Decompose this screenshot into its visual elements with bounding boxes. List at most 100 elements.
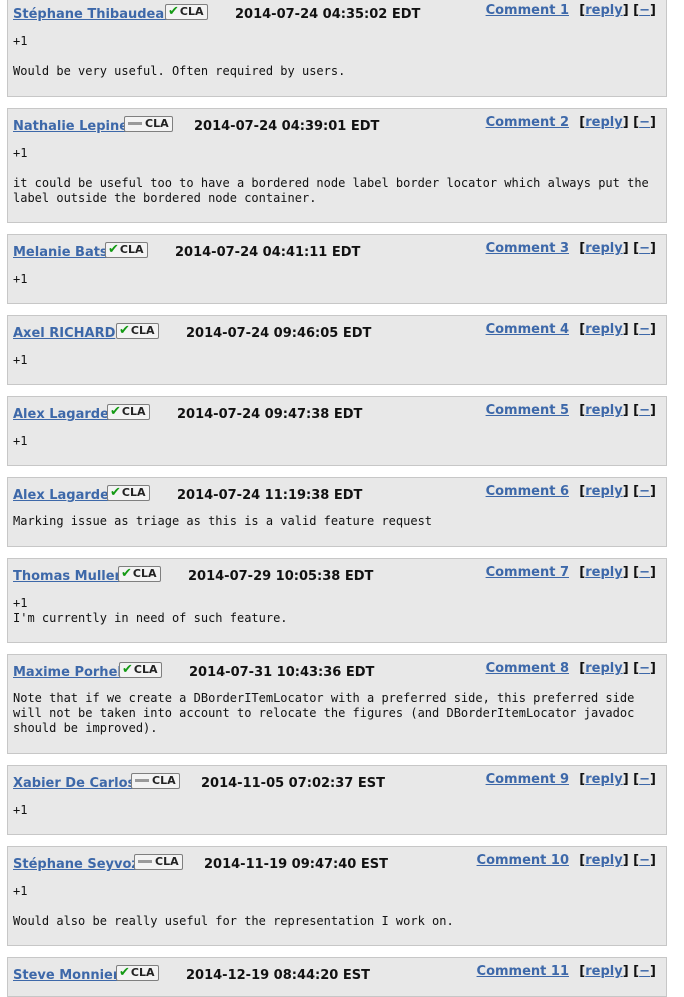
- cla-label: CLA: [179, 5, 204, 18]
- cla-label: CLA: [132, 567, 157, 580]
- collapse-link[interactable]: −: [639, 853, 650, 868]
- comment: Melanie Bats ✔CLA 2014-07-24 04:41:11 ED…: [7, 234, 667, 304]
- comment: Nathalie Lepine CLA 2014-07-24 04:39:01 …: [7, 108, 667, 223]
- comment-date: 2014-07-24 09:46:05 EDT: [186, 326, 372, 341]
- comment-actions: [reply] [−]: [579, 115, 656, 130]
- collapse-link[interactable]: −: [639, 241, 650, 256]
- cla-label: CLA: [152, 774, 176, 787]
- reply-link[interactable]: reply: [585, 3, 622, 18]
- cla-badge: ✔CLA: [118, 566, 161, 582]
- cla-label: CLA: [133, 663, 158, 676]
- comment-date: 2014-07-29 10:05:38 EDT: [188, 569, 374, 584]
- collapse-link[interactable]: −: [639, 964, 650, 979]
- comment-number-link[interactable]: Comment 10: [477, 853, 569, 868]
- cla-badge: ✔CLA: [165, 4, 208, 20]
- comment-author-link[interactable]: Axel RICHARD: [13, 326, 115, 341]
- comment-text: Note that if we create a DBorderITemLoca…: [13, 691, 642, 735]
- reply-link[interactable]: reply: [585, 853, 622, 868]
- check-icon: ✔: [119, 323, 130, 338]
- cla-badge: ✔CLA: [107, 404, 150, 420]
- reply-link[interactable]: reply: [585, 403, 622, 418]
- comment-actions: [reply] [−]: [579, 853, 656, 868]
- comment-number-link[interactable]: Comment 3: [486, 241, 569, 256]
- check-icon: ✔: [108, 242, 119, 257]
- reply-link[interactable]: reply: [585, 565, 622, 580]
- reply-link[interactable]: reply: [585, 322, 622, 337]
- unsigned-dash-icon: [128, 121, 142, 125]
- comment: Xabier De Carlos CLA 2014-11-05 07:02:37…: [7, 765, 667, 835]
- cla-badge: ✔CLA: [116, 965, 159, 981]
- comment-number-link[interactable]: Comment 5: [486, 403, 569, 418]
- comment-text: +1 it could be useful too to have a bord…: [13, 146, 649, 205]
- cla-label: CLA: [130, 966, 155, 979]
- comment-actions: [reply] [−]: [579, 772, 656, 787]
- reply-link[interactable]: reply: [585, 661, 622, 676]
- cla-label: CLA: [155, 855, 179, 868]
- comment-number-link[interactable]: Comment 2: [486, 115, 569, 130]
- comment-date: 2014-07-31 10:43:36 EDT: [189, 665, 375, 680]
- reply-link[interactable]: reply: [585, 115, 622, 130]
- collapse-link[interactable]: −: [639, 115, 650, 130]
- comment-date: 2014-11-05 07:02:37 EST: [201, 776, 385, 791]
- comment-actions: [reply] [−]: [579, 322, 656, 337]
- collapse-link[interactable]: −: [639, 403, 650, 418]
- collapse-link[interactable]: −: [639, 565, 650, 580]
- reply-link[interactable]: reply: [585, 241, 622, 256]
- collapse-link[interactable]: −: [639, 322, 650, 337]
- comment-date: 2014-07-24 04:39:01 EDT: [194, 119, 380, 134]
- comment-number-link[interactable]: Comment 11: [477, 964, 569, 979]
- comment-author-link[interactable]: Melanie Bats: [13, 245, 108, 260]
- unsigned-dash-icon: [135, 778, 149, 782]
- comment-author-link[interactable]: Alex Lagarde: [13, 488, 109, 503]
- comment-text: +1: [13, 353, 28, 367]
- cla-badge: CLA: [134, 854, 183, 870]
- comment-date: 2014-12-19 08:44:20 EST: [186, 968, 370, 983]
- comment-author-link[interactable]: Alex Lagarde: [13, 407, 109, 422]
- comment-author-link[interactable]: Nathalie Lepine: [13, 119, 128, 134]
- comment-number-link[interactable]: Comment 9: [486, 772, 569, 787]
- cla-label: CLA: [130, 324, 155, 337]
- comment-number-link[interactable]: Comment 7: [486, 565, 569, 580]
- collapse-link[interactable]: −: [639, 661, 650, 676]
- comment-actions: [reply] [−]: [579, 484, 656, 499]
- comment-author-link[interactable]: Xabier De Carlos: [13, 776, 135, 791]
- comment-author-link[interactable]: Thomas Muller: [13, 569, 121, 584]
- comment-actions: [reply] [−]: [579, 964, 656, 979]
- check-icon: ✔: [110, 485, 121, 500]
- comment-author-link[interactable]: Steve Monnier: [13, 968, 119, 983]
- comment-author-link[interactable]: Maxime Porhel: [13, 665, 122, 680]
- cla-label: CLA: [145, 117, 169, 130]
- comment-text: +1: [13, 272, 28, 286]
- check-icon: ✔: [110, 404, 121, 419]
- comment-date: 2014-07-24 04:35:02 EDT: [235, 7, 421, 22]
- comment-number-link[interactable]: Comment 6: [486, 484, 569, 499]
- cla-badge: ✔CLA: [105, 242, 148, 258]
- comment: Stéphane Thibaudeau ✔CLA 2014-07-24 04:3…: [7, 0, 667, 97]
- comment: Stéphane Seyvoz CLA 2014-11-19 09:47:40 …: [7, 846, 667, 946]
- comment-date: 2014-11-19 09:47:40 EST: [204, 857, 388, 872]
- comment: Maxime Porhel ✔CLA 2014-07-31 10:43:36 E…: [7, 654, 667, 754]
- comment-number-link[interactable]: Comment 8: [486, 661, 569, 676]
- reply-link[interactable]: reply: [585, 772, 622, 787]
- comment-text: +1 Would also be really useful for the r…: [13, 884, 454, 928]
- comment: Steve Monnier ✔CLA 2014-12-19 08:44:20 E…: [7, 957, 667, 997]
- comment-text: +1 I'm currently in need of such feature…: [13, 596, 288, 625]
- reply-link[interactable]: reply: [585, 964, 622, 979]
- comment-text: +1: [13, 803, 28, 817]
- comment-text: +1 Would be very useful. Often required …: [13, 34, 346, 78]
- collapse-link[interactable]: −: [639, 484, 650, 499]
- comment-author-link[interactable]: Stéphane Seyvoz: [13, 857, 139, 872]
- comment: Thomas Muller ✔CLA 2014-07-29 10:05:38 E…: [7, 558, 667, 643]
- collapse-link[interactable]: −: [639, 3, 650, 18]
- comment-number-link[interactable]: Comment 4: [486, 322, 569, 337]
- comment-actions: [reply] [−]: [579, 241, 656, 256]
- cla-label: CLA: [119, 243, 144, 256]
- reply-link[interactable]: reply: [585, 484, 622, 499]
- comment-number-link[interactable]: Comment 1: [486, 3, 569, 18]
- check-icon: ✔: [119, 965, 130, 980]
- collapse-link[interactable]: −: [639, 772, 650, 787]
- comment-actions: [reply] [−]: [579, 3, 656, 18]
- cla-badge: ✔CLA: [116, 323, 159, 339]
- comment-author-link[interactable]: Stéphane Thibaudeau: [13, 7, 173, 22]
- cla-label: CLA: [121, 486, 146, 499]
